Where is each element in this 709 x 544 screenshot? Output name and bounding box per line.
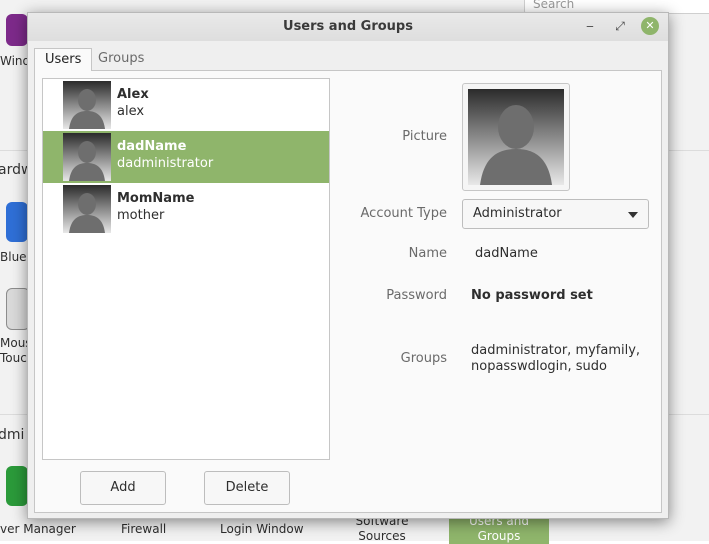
user-display-name: Alex: [117, 87, 149, 102]
add-user-button[interactable]: Add: [80, 471, 166, 505]
administration-heading: dmi: [0, 427, 25, 443]
firewall-label: Firewall: [121, 522, 167, 536]
groups-label: Groups: [400, 351, 447, 366]
user-row-momname[interactable]: MomName mother: [43, 183, 329, 235]
users-and-groups-dialog: Users and Groups ‒ ⤢ ✕ Users Groups Alex…: [27, 12, 669, 519]
avatar-icon: [63, 133, 111, 181]
groups-value-line: nopasswdlogin, sudo: [471, 359, 607, 374]
user-display-name: dadName: [117, 139, 187, 154]
groups-value-button[interactable]: dadministrator, myfamily, nopasswdlogin,…: [471, 343, 640, 375]
tab-users[interactable]: Users: [34, 48, 93, 71]
account-type-value: Administrator: [473, 206, 562, 221]
user-login-name: dadministrator: [117, 156, 214, 171]
avatar-icon: [63, 81, 111, 129]
search-placeholder: Search: [533, 0, 575, 11]
tab-groups[interactable]: Groups: [88, 48, 154, 70]
bluetooth-icon[interactable]: [6, 202, 28, 242]
maximize-button[interactable]: ⤢: [611, 17, 629, 35]
picture-label: Picture: [402, 129, 447, 144]
picture-button[interactable]: [462, 83, 570, 191]
window-title: Users and Groups: [283, 19, 413, 34]
titlebar[interactable]: Users and Groups ‒ ⤢ ✕: [28, 13, 668, 41]
minimize-button[interactable]: ‒: [581, 17, 599, 35]
user-picture-icon: [468, 89, 564, 185]
driver-manager-icon[interactable]: [6, 466, 28, 506]
close-button[interactable]: ✕: [641, 17, 659, 35]
account-type-dropdown[interactable]: Administrator: [462, 199, 649, 229]
user-list[interactable]: Alex alex dadName dadministrator MomName…: [42, 78, 330, 460]
name-label: Name: [408, 246, 447, 261]
user-row-dadname[interactable]: dadName dadministrator: [43, 131, 329, 183]
user-row-alex[interactable]: Alex alex: [43, 79, 329, 131]
window-settings-label: Wind: [0, 54, 31, 68]
user-login-name: alex: [117, 104, 145, 119]
driver-manager-label: ver Manager: [0, 522, 76, 536]
account-type-label: Account Type: [360, 206, 447, 221]
groups-value-line: dadministrator, myfamily,: [471, 343, 641, 358]
login-window-label: Login Window: [220, 522, 304, 536]
user-login-name: mother: [117, 208, 165, 223]
window-settings-icon[interactable]: [6, 14, 28, 46]
name-value-button[interactable]: dadName: [475, 246, 538, 261]
avatar-icon: [63, 185, 111, 233]
delete-user-button[interactable]: Delete: [204, 471, 290, 505]
user-display-name: MomName: [117, 191, 195, 206]
bluetooth-label: Blue: [0, 250, 27, 264]
users-tab-panel: Alex alex dadName dadministrator MomName…: [34, 70, 662, 513]
password-value-button[interactable]: No password set: [471, 288, 593, 303]
chevron-down-icon: [628, 212, 638, 218]
password-label: Password: [386, 288, 447, 303]
touchpad-label: Touc: [0, 351, 27, 365]
